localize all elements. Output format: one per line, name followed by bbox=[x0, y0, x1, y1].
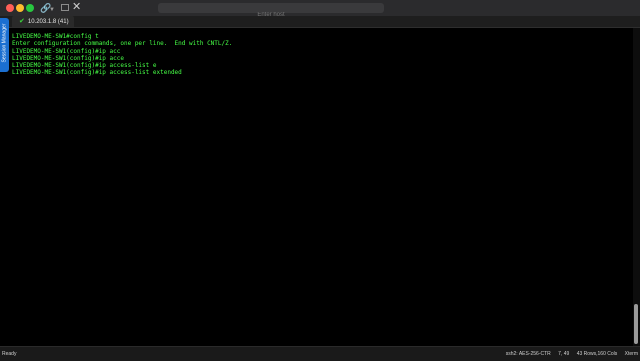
status-ready: Ready bbox=[2, 351, 17, 357]
new-window-icon[interactable] bbox=[61, 4, 69, 11]
session-manager-toggle[interactable]: Session Manager bbox=[0, 18, 9, 72]
terminal-line: LIVEDEMO-ME-SW1(config)#ip access-list e bbox=[12, 62, 157, 70]
disconnect-icon[interactable]: ✕ bbox=[72, 1, 81, 13]
terminal-line: Enter configuration commands, one per li… bbox=[12, 40, 233, 48]
session-tab-label: 10.203.1.8 (41) bbox=[27, 19, 69, 25]
minimize-window-button[interactable] bbox=[16, 4, 24, 12]
terminal-line: LIVEDEMO-ME-SW1(config)#ip access-list e… bbox=[12, 69, 182, 77]
terminal-output: LIVEDEMO-ME-SW1#config t Enter configura… bbox=[12, 33, 232, 77]
tab-bar: ✔ 10.203.1.8 (41) bbox=[0, 16, 640, 28]
status-cipher: ssh2: AES-256-CTR bbox=[505, 351, 551, 357]
scrollbar-thumb[interactable] bbox=[634, 304, 638, 344]
terminal-line: LIVEDEMO-ME-SW1(config)#ip acc bbox=[12, 47, 121, 55]
status-cursor-position: 7, 49 bbox=[558, 351, 570, 357]
host-input-box[interactable] bbox=[158, 3, 384, 20]
terminal-line: LIVEDEMO-ME-SW1(config)#ip acce bbox=[12, 54, 124, 62]
session-tab[interactable]: ✔ 10.203.1.8 (41) bbox=[12, 16, 74, 27]
terminal-line: LIVEDEMO-ME-SW1#config t bbox=[12, 33, 99, 40]
status-terminal-type: Xterm bbox=[624, 351, 638, 357]
zoom-window-button[interactable] bbox=[26, 4, 34, 12]
terminal-area[interactable]: LIVEDEMO-ME-SW1#config t Enter configura… bbox=[10, 28, 630, 346]
status-right-group: ssh2: AES-256-CTR 7, 49 43 Rows,160 Cols… bbox=[500, 347, 638, 361]
terminal-scrollbar[interactable] bbox=[633, 28, 640, 346]
status-terminal-size: 43 Rows,160 Cols bbox=[576, 351, 618, 357]
session-manager-label: Session Manager bbox=[1, 23, 8, 63]
connected-check-icon: ✔ bbox=[19, 18, 25, 25]
chevron-down-icon[interactable]: ▼ bbox=[49, 4, 55, 16]
status-bar: Ready ssh2: AES-256-CTR 7, 49 43 Rows,16… bbox=[0, 346, 640, 361]
close-window-button[interactable] bbox=[6, 4, 14, 12]
title-bar: 🔗 ▼ ✕ bbox=[0, 0, 640, 20]
